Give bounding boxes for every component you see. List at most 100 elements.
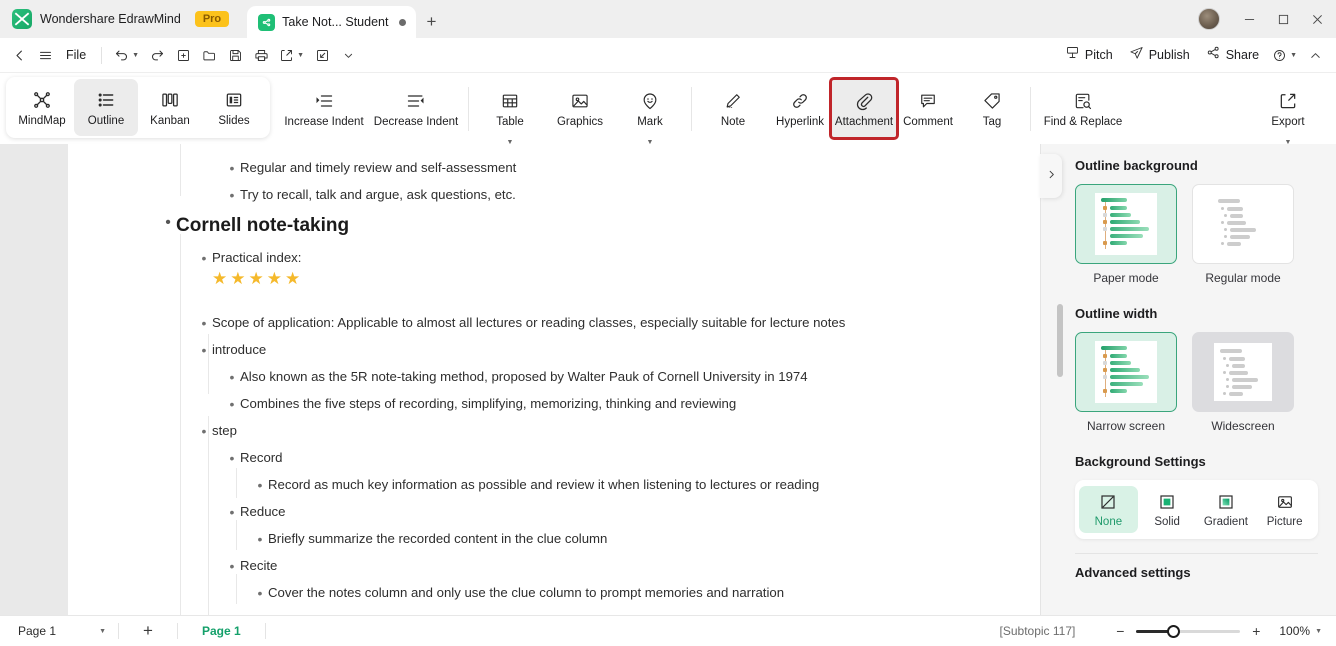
ribbon-table-button[interactable]: Table ▼ [475, 80, 545, 146]
ribbon-slides-label: Slides [218, 114, 250, 127]
export-share-button[interactable]: ▼ [274, 42, 309, 68]
outline-width-option-widescreen[interactable]: Widescreen [1192, 332, 1294, 433]
new-tab-button[interactable]: + [416, 6, 446, 38]
ribbon-mindmap-button[interactable]: MindMap [10, 79, 74, 136]
background-option-gradient[interactable]: Gradient [1197, 486, 1256, 533]
outline-page[interactable]: • Regular and timely review and self-ass… [68, 144, 1040, 615]
outline-row[interactable]: • Briefly summarize the recorded content… [252, 531, 1014, 547]
background-option-none[interactable]: None [1079, 486, 1138, 533]
background-option-picture[interactable]: Picture [1255, 486, 1314, 533]
hamburger-menu-button[interactable] [32, 42, 58, 68]
undo-dropdown-caret[interactable]: ▼ [132, 52, 139, 59]
outline-background-option-regular[interactable]: Regular mode [1192, 184, 1294, 285]
import-button[interactable] [309, 42, 335, 68]
ribbon-attachment-button[interactable]: Attachment [829, 77, 899, 140]
outline-row[interactable]: • Practical index: [196, 250, 1014, 266]
background-option-solid[interactable]: Solid [1138, 486, 1197, 533]
redo-button[interactable] [144, 42, 170, 68]
open-file-button[interactable] [196, 42, 222, 68]
ribbon-note-label: Note [720, 115, 746, 128]
collapse-ribbon-button[interactable] [1302, 42, 1328, 68]
ribbon-outline-button[interactable]: Outline [74, 79, 138, 136]
share-label: Share [1225, 48, 1260, 62]
regular-mode-thumbnail[interactable] [1192, 184, 1294, 264]
help-dropdown-caret[interactable]: ▼ [1290, 52, 1297, 59]
panel-content: Outline background Paper mode Regular mo… [1041, 144, 1336, 615]
ribbon-tag-button[interactable]: Tag [960, 80, 1024, 137]
ribbon-divider-2 [691, 86, 692, 131]
outline-row[interactable]: • Record as much key information as poss… [252, 477, 1014, 493]
outline-width-option-narrow[interactable]: Narrow screen [1075, 332, 1177, 433]
new-file-button[interactable] [170, 42, 196, 68]
outline-row[interactable]: • Reduce [224, 504, 1014, 520]
outline-row[interactable]: • Try to recall, talk and argue, ask que… [224, 187, 1014, 203]
active-page-tab[interactable]: Page 1 [190, 624, 253, 638]
close-button[interactable] [1300, 0, 1334, 38]
brand-name: Wondershare EdrawMind [40, 12, 181, 26]
minimize-button[interactable] [1232, 0, 1266, 38]
outline-background-option-paper[interactable]: Paper mode [1075, 184, 1177, 285]
pitch-button[interactable]: Pitch [1057, 42, 1121, 68]
outline-row[interactable]: • Record [224, 450, 1014, 466]
ribbon-divider-3 [1030, 86, 1031, 131]
document-tab[interactable]: Take Not... Student [247, 6, 417, 38]
narrow-screen-thumbnail[interactable] [1075, 332, 1177, 412]
paper-mode-thumbnail[interactable] [1075, 184, 1177, 264]
page-selector-dropdown[interactable]: Page 1 ▼ [18, 624, 106, 638]
zoom-slider[interactable] [1136, 624, 1241, 638]
save-button[interactable] [222, 42, 248, 68]
ribbon-find-replace-button[interactable]: Find & Replace [1037, 80, 1129, 137]
ribbon-kanban-button[interactable]: Kanban [138, 79, 202, 136]
ribbon-note-button[interactable]: Note [698, 80, 768, 137]
zoom-value-dropdown[interactable]: 100% ▼ [1263, 624, 1322, 638]
ribbon-increase-indent-button[interactable]: Increase Indent [278, 80, 370, 137]
zoom-out-button[interactable]: − [1113, 623, 1127, 639]
publish-button[interactable]: Publish [1121, 42, 1198, 68]
slides-icon [224, 89, 244, 111]
widescreen-thumbnail[interactable] [1192, 332, 1294, 412]
maximize-button[interactable] [1266, 0, 1300, 38]
outline-row-heading[interactable]: • Cornell note-taking [160, 214, 1014, 238]
file-menu-button[interactable]: File [58, 42, 94, 68]
ribbon-slides-button[interactable]: Slides [202, 79, 266, 136]
ribbon-outline-label: Outline [87, 114, 125, 127]
widescreen-label: Widescreen [1211, 419, 1275, 433]
outline-row-text: Reduce [240, 504, 286, 519]
panel-scrollbar[interactable] [1057, 304, 1063, 377]
ribbon-graphics-button[interactable]: Graphics [545, 80, 615, 137]
brand-tab[interactable]: Wondershare EdrawMind Pro [0, 0, 243, 38]
export-dropdown-caret[interactable]: ▼ [297, 52, 304, 59]
panel-collapse-button[interactable] [1040, 154, 1062, 198]
zoom-slider-handle[interactable] [1167, 624, 1181, 638]
ribbon-export-button[interactable]: Export ▼ [1256, 80, 1320, 146]
outline-row[interactable]: • Scope of application: Applicable to al… [196, 315, 1014, 331]
outline-row-stars[interactable]: ★★★★★ [196, 269, 1014, 289]
outline-row[interactable]: • Regular and timely review and self-ass… [224, 160, 1014, 176]
share-button[interactable]: Share [1198, 42, 1267, 68]
print-button[interactable] [248, 42, 274, 68]
outline-row[interactable]: • Cover the notes column and only use th… [252, 585, 1014, 601]
outline-row[interactable]: • introduce [196, 342, 1014, 358]
zoom-in-button[interactable]: + [1249, 623, 1263, 639]
outline-row[interactable]: • step [196, 423, 1014, 439]
more-options-button[interactable] [335, 42, 361, 68]
outline-row[interactable]: • Recite [224, 558, 1014, 574]
back-button[interactable] [6, 42, 32, 68]
ribbon-export-label: Export [1271, 115, 1305, 128]
ribbon-comment-button[interactable]: Comment [896, 80, 960, 137]
outline-row[interactable]: • Also known as the 5R note-taking metho… [224, 369, 1014, 385]
outline-bullet: • [257, 585, 263, 601]
undo-button[interactable]: ▼ [109, 42, 144, 68]
avatar[interactable] [1198, 8, 1220, 30]
ribbon-mark-button[interactable]: Mark ▼ [615, 80, 685, 146]
solid-color-icon [1158, 492, 1177, 511]
outline-bullet: • [165, 214, 171, 231]
help-button[interactable]: ▼ [1267, 42, 1302, 68]
outline-canvas[interactable]: • Regular and timely review and self-ass… [0, 144, 1040, 615]
add-page-button[interactable]: + [131, 621, 165, 641]
ribbon-hyperlink-button[interactable]: Hyperlink [768, 80, 832, 137]
ribbon-decrease-indent-button[interactable]: Decrease Indent [370, 80, 462, 137]
outline-row[interactable]: • Combines the five steps of recording, … [224, 396, 1014, 412]
pitch-label: Pitch [1084, 48, 1113, 62]
outline-guide-line [180, 144, 181, 196]
